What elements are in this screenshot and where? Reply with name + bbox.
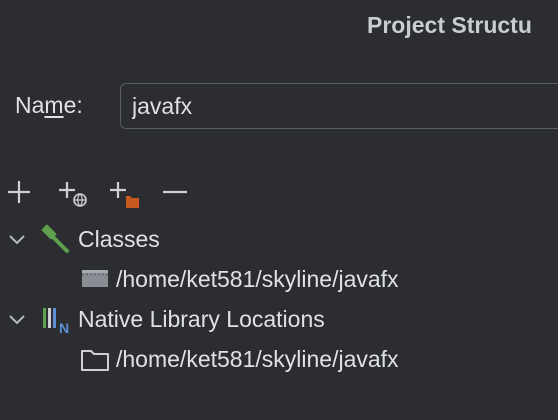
tree-leaf-classes-path[interactable]: /home/ket581/skyline/javafx (80, 261, 399, 297)
jar-icon (82, 270, 108, 287)
folder-icon (81, 350, 109, 371)
tree-node-classes[interactable]: Classes (6, 221, 160, 257)
library-toolbar (0, 170, 300, 214)
chevron-down-icon[interactable] (6, 228, 28, 250)
tree-leaf-native-path[interactable]: /home/ket581/skyline/javafx (80, 341, 399, 377)
name-label-prefix: Na (15, 92, 45, 118)
remove-button[interactable] (159, 176, 191, 208)
tree-leaf-label: /home/ket581/skyline/javafx (116, 265, 399, 292)
hammer-icon (41, 224, 69, 253)
add-url-button[interactable] (56, 176, 88, 208)
add-folder-icon (110, 182, 139, 208)
attach-folder-button[interactable] (107, 176, 139, 208)
tree-node-label: Classes (78, 225, 160, 252)
name-label: Name: (15, 92, 83, 119)
add-button[interactable] (3, 176, 35, 208)
tree-node-native[interactable]: N Native Library Locations (6, 301, 325, 337)
native-library-icon: N (43, 308, 69, 334)
name-label-suffix: e: (63, 92, 83, 118)
plus-icon (8, 181, 30, 203)
tree-leaf-label: /home/ket581/skyline/javafx (116, 345, 399, 372)
minus-icon (163, 190, 187, 194)
chevron-down-icon[interactable] (6, 308, 28, 330)
svg-text:N: N (59, 320, 69, 334)
name-input[interactable] (120, 83, 558, 129)
window-title: Project Structu (367, 12, 532, 38)
name-label-mnemonic: m (44, 92, 64, 118)
tree-node-label: Native Library Locations (78, 305, 325, 332)
add-web-icon (59, 182, 87, 207)
